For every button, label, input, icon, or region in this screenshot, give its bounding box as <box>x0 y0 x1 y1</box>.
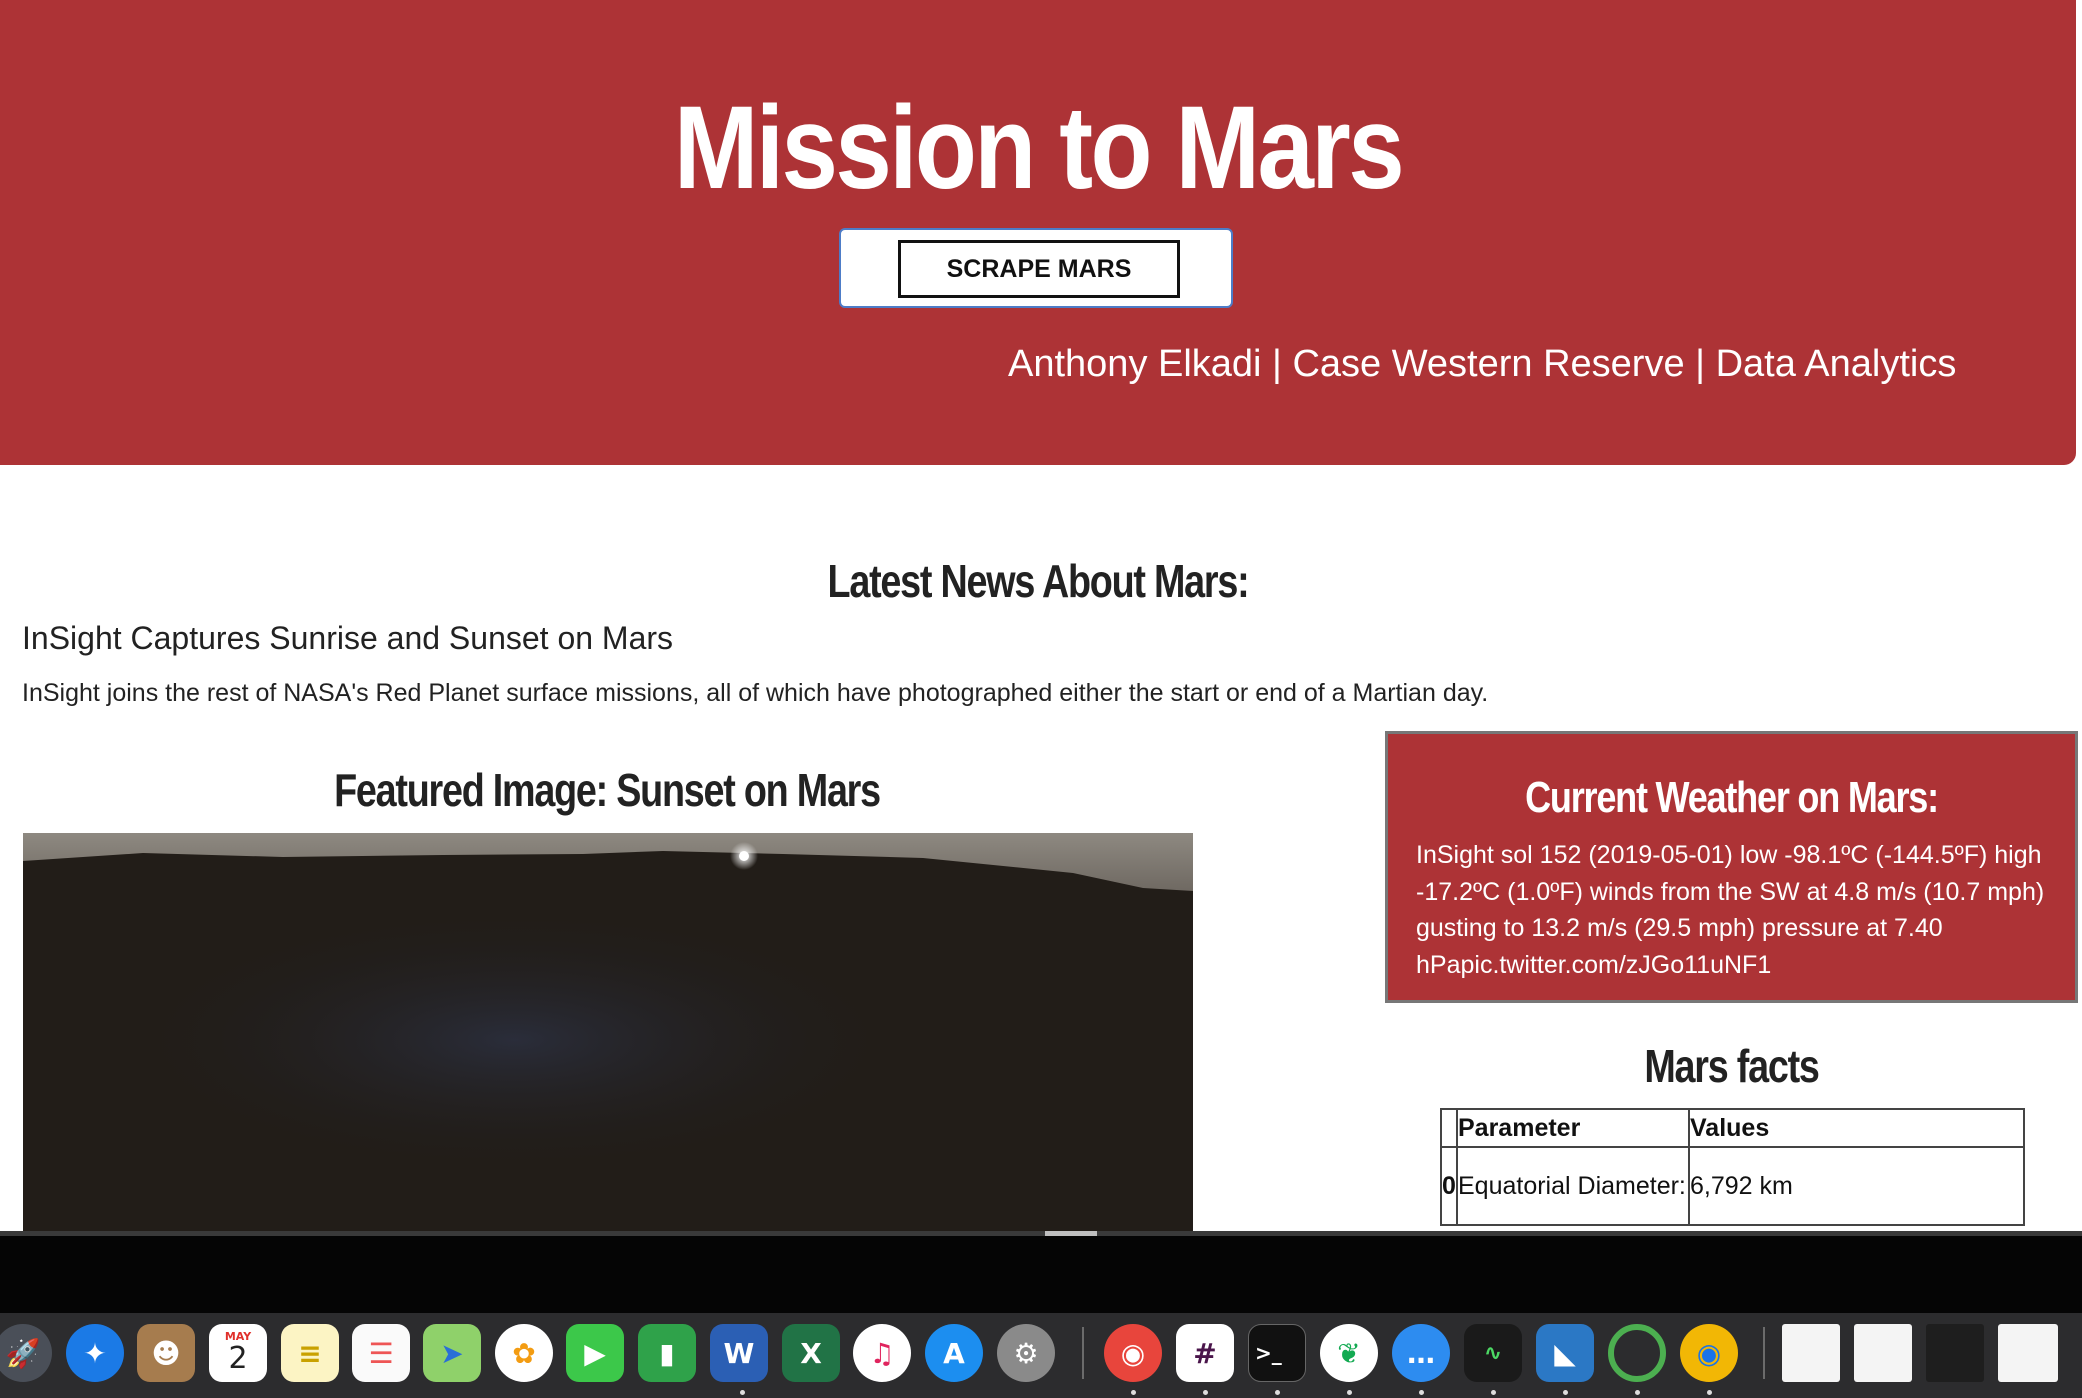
dock-separator <box>1763 1327 1765 1379</box>
activity-monitor-icon[interactable]: ∿ <box>1464 1324 1522 1382</box>
mars-facts-table: Parameter Values 0 Equatorial Diameter: … <box>1440 1108 2025 1226</box>
running-indicator <box>1131 1390 1136 1395</box>
running-indicator <box>1635 1390 1640 1395</box>
chrome-canary-icon[interactable]: ◉ <box>1680 1324 1738 1382</box>
reminders-icon[interactable]: ☰ <box>352 1324 410 1382</box>
parameter-cell: Equatorial Diameter: <box>1456 1146 1690 1226</box>
news-heading: Latest News About Mars: <box>827 555 1250 607</box>
mongodb-icon[interactable]: ❦ <box>1320 1324 1378 1382</box>
system-preferences-icon[interactable]: ⚙ <box>997 1324 1055 1382</box>
weather-panel: Current Weather on Mars: InSight sol 152… <box>1385 731 2078 1003</box>
mars-sunset-photo <box>23 833 1193 1231</box>
author-credits: Anthony Elkadi | Case Western Reserve | … <box>1008 343 1957 385</box>
window-thumbnail-icon[interactable] <box>1854 1324 1912 1382</box>
scrape-mars-button[interactable]: SCRAPE MARS <box>898 240 1180 298</box>
numbers-icon[interactable]: ▮ <box>638 1324 696 1382</box>
scrollbar-thumb[interactable] <box>1045 1231 1097 1236</box>
itunes-icon[interactable]: ♫ <box>853 1324 911 1382</box>
facetime-icon[interactable]: ▶ <box>566 1324 624 1382</box>
maps-icon[interactable]: ➤ <box>423 1324 481 1382</box>
calendar-icon[interactable]: MAY 2 <box>209 1324 267 1382</box>
running-indicator <box>1347 1390 1352 1395</box>
sync-icon[interactable] <box>1608 1324 1666 1382</box>
notes-icon[interactable]: ≡ <box>281 1324 339 1382</box>
mars-facts-heading: Mars facts <box>1644 1040 1820 1092</box>
featured-image <box>23 833 1193 1231</box>
messages-icon[interactable]: … <box>1392 1324 1450 1382</box>
vscode-icon[interactable]: ◣ <box>1536 1324 1594 1382</box>
contacts-icon[interactable]: ☻ <box>137 1324 195 1382</box>
column-header: Values <box>1688 1108 2025 1148</box>
window-thumbnail-icon[interactable] <box>1782 1324 1840 1382</box>
news-teaser: InSight joins the rest of NASA's Red Pla… <box>22 679 1489 707</box>
running-indicator <box>740 1390 745 1395</box>
column-header: Parameter <box>1456 1108 1690 1148</box>
window-thumbnail-icon[interactable] <box>1998 1324 2058 1382</box>
safari-icon[interactable]: ✦ <box>66 1324 124 1382</box>
slack-icon[interactable]: # <box>1176 1324 1234 1382</box>
running-indicator <box>1419 1390 1424 1395</box>
row-index: 0 <box>1440 1146 1458 1226</box>
calendar-day: 2 <box>228 1341 248 1376</box>
macos-dock: 🚀 ✦ ☻ MAY 2 ≡ ☰ ➤ ✿ ▶ ▮ W X ♫ A ⚙ ◉ # >_… <box>0 1313 2082 1398</box>
terminal-icon[interactable]: >_ <box>1248 1324 1306 1382</box>
page-title: Mission to Mars <box>673 82 1405 214</box>
value-cell: 6,792 km <box>1688 1146 2025 1226</box>
horizontal-scrollbar[interactable] <box>0 1231 2082 1236</box>
jumbotron-header: Mission to Mars SCRAPE MARS Anthony Elka… <box>0 0 2076 465</box>
weather-heading: Current Weather on Mars: <box>1525 773 1939 822</box>
app-store-icon[interactable]: A <box>925 1324 983 1382</box>
featured-image-heading: Featured Image: Sunset on Mars <box>334 764 881 816</box>
chrome-icon[interactable]: ◉ <box>1104 1324 1162 1382</box>
table-row: 0 Equatorial Diameter: 6,792 km <box>1440 1146 2025 1226</box>
window-thumbnail-icon[interactable] <box>1926 1324 1984 1382</box>
photos-icon[interactable]: ✿ <box>495 1324 553 1382</box>
dock-separator <box>1082 1327 1084 1379</box>
news-title: InSight Captures Sunrise and Sunset on M… <box>22 620 674 656</box>
running-indicator <box>1563 1390 1568 1395</box>
index-header <box>1440 1108 1458 1148</box>
excel-icon[interactable]: X <box>782 1324 840 1382</box>
weather-report: InSight sol 152 (2019-05-01) low -98.1ºC… <box>1416 841 2045 979</box>
running-indicator <box>1275 1390 1280 1395</box>
running-indicator <box>1491 1390 1496 1395</box>
launchpad-icon[interactable]: 🚀 <box>0 1324 52 1382</box>
scrape-button-frame: SCRAPE MARS <box>839 228 1233 308</box>
running-indicator <box>1203 1390 1208 1395</box>
table-header-row: Parameter Values <box>1440 1108 2025 1148</box>
running-indicator <box>1707 1390 1712 1395</box>
word-icon[interactable]: W <box>710 1324 768 1382</box>
